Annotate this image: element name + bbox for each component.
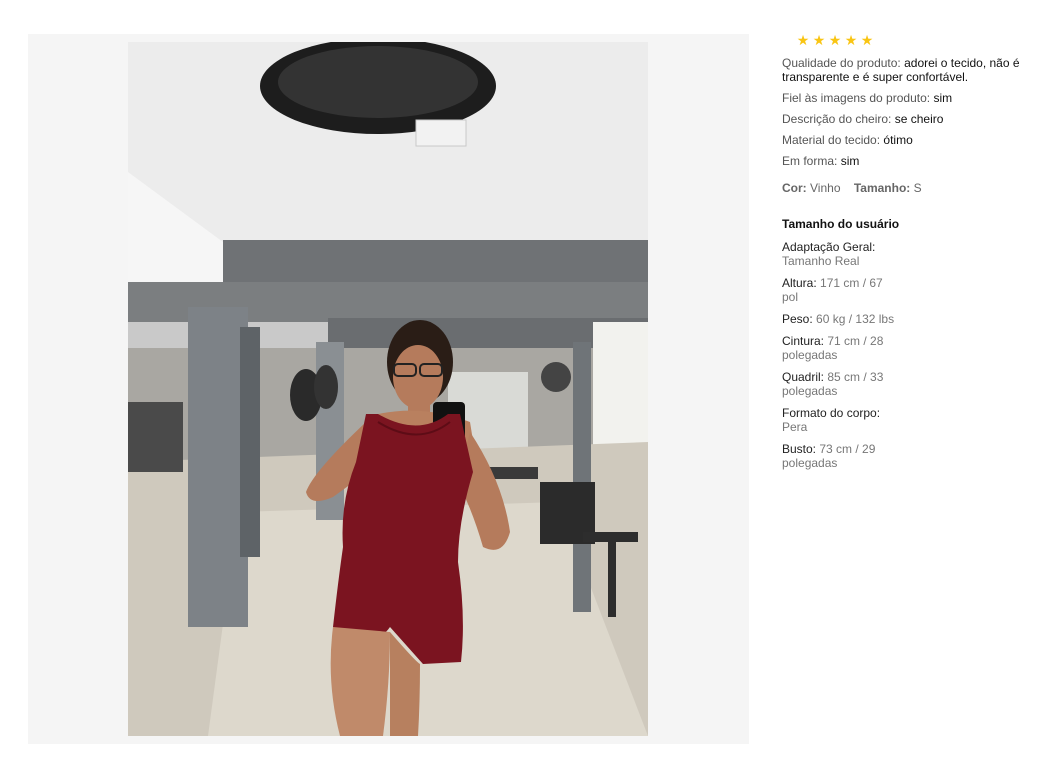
attribute-fidelity: Fiel às imagens do produto: sim [782,91,1040,105]
attribute-label: Descrição do cheiro: [782,112,892,126]
review-attributes: Qualidade do produto: adorei o tecido, n… [782,56,1040,168]
attribute-value: se cheiro [894,112,944,126]
height-row: Altura: 171 cm / 67 pol [782,276,902,304]
star-icon: ★ [796,32,810,48]
star-icon: ★ [844,32,858,48]
attribute-label: Material do tecido: [782,133,881,147]
attribute-quality: Qualidade do produto: adorei o tecido, n… [782,56,1040,84]
star-icon: ★ [860,32,874,48]
height-label: Altura: [782,276,817,290]
weight-row: Peso: 60 kg / 132 lbs [782,312,902,326]
attribute-smell: Descrição do cheiro: se cheiro [782,112,1040,126]
body-shape-value: Pera [782,420,808,434]
attribute-label: Fiel às imagens do produto: [782,91,931,105]
variant-info: Cor: Vinho Tamanho: S [782,181,1040,195]
attribute-value: sim [840,154,860,168]
attribute-fabric: Material do tecido: ótimo [782,133,1040,147]
attribute-value: sim [933,91,953,105]
star-icon: ★ [812,32,826,48]
body-shape-label: Formato do corpo: [782,406,881,420]
hips-row: Quadril: 85 cm / 33 polegadas [782,370,902,398]
color-value: Vinho [810,181,841,195]
size-label: Tamanho: [853,181,911,195]
attribute-label: Qualidade do produto: [782,56,901,70]
size-value: S [913,181,922,195]
weight-value: 60 kg / 132 lbs [816,312,895,326]
waist-row: Cintura: 71 cm / 28 polegadas [782,334,902,362]
review-details: ★ ★ ★ ★ ★ Qualidade do produto: adorei o… [782,30,1040,470]
review-photo[interactable] [128,42,648,736]
waist-label: Cintura: [782,334,825,348]
rating-stars: ★ ★ ★ ★ ★ [796,30,1040,50]
star-icon: ★ [828,32,842,48]
fit-label: Adaptação Geral: [782,240,876,254]
fit-row: Adaptação Geral: Tamanho Real [782,240,902,268]
hips-label: Quadril: [782,370,825,384]
fit-value: Tamanho Real [782,254,860,268]
gym-selfie-illustration [128,42,648,736]
user-size-title: Tamanho do usuário [782,217,900,231]
attribute-fit: Em forma: sim [782,154,1040,168]
body-shape-row: Formato do corpo: Pera [782,406,902,434]
attribute-label: Em forma: [782,154,838,168]
user-size-details: Adaptação Geral: Tamanho Real Altura: 17… [782,240,1040,470]
photo-panel [28,34,749,744]
attribute-value: ótimo [883,133,913,147]
bust-row: Busto: 73 cm / 29 polegadas [782,442,902,470]
color-label: Cor: [782,181,807,195]
weight-label: Peso: [782,312,813,326]
bust-label: Busto: [782,442,817,456]
